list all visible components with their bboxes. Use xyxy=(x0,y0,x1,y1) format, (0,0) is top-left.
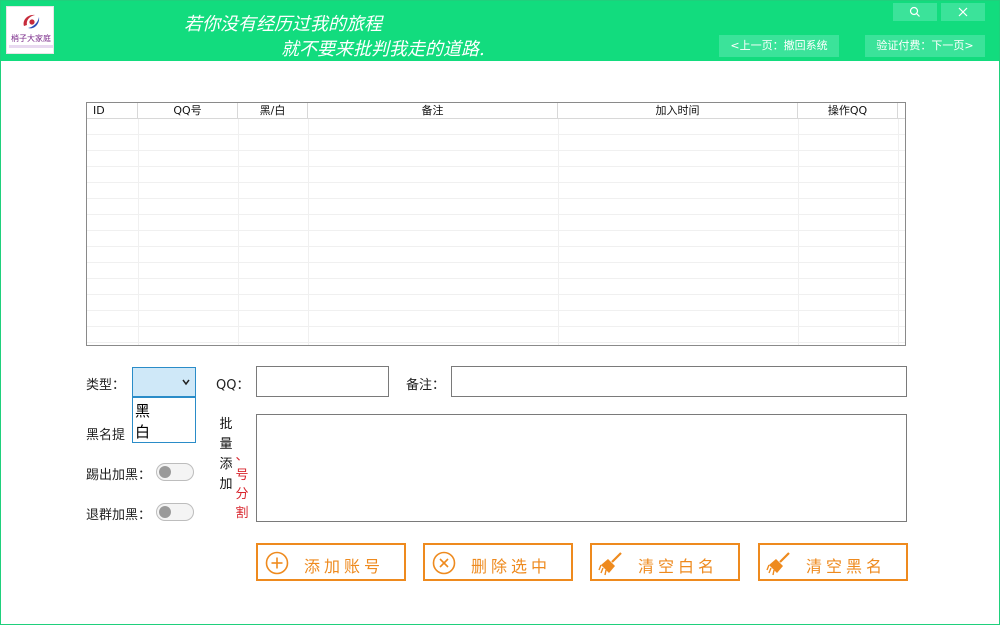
column-header-operator[interactable]: 操作QQ xyxy=(798,103,898,119)
search-icon xyxy=(909,6,920,17)
blacklist-table[interactable]: ID QQ号 黑/白 备注 加入时间 操作QQ xyxy=(86,102,906,346)
broom-icon xyxy=(766,552,790,576)
close-circle-icon xyxy=(432,551,456,575)
clear-white-label: 清空白名 xyxy=(638,557,719,576)
remark-label: 备注： xyxy=(406,378,446,393)
motto-line-1: 若你没有经历过我的旅程 xyxy=(184,14,382,35)
column-header-qq[interactable]: QQ号 xyxy=(138,103,238,119)
type-select[interactable] xyxy=(132,367,196,397)
toggle-knob xyxy=(159,466,171,478)
delete-selected-button[interactable]: 删除选中 xyxy=(423,543,573,581)
column-header-type[interactable]: 黑/白 xyxy=(238,103,308,119)
logo-swoosh-icon xyxy=(23,14,40,29)
column-header-time[interactable]: 加入时间 xyxy=(558,103,798,119)
column-divider xyxy=(138,119,139,345)
table-row[interactable] xyxy=(87,183,905,199)
logo-underline xyxy=(9,45,53,48)
clear-black-button[interactable]: 清空黑名 xyxy=(758,543,908,581)
table-row[interactable] xyxy=(87,295,905,311)
clear-black-label: 清空黑名 xyxy=(806,557,887,576)
table-row[interactable] xyxy=(87,215,905,231)
next-page-button[interactable]: 验证付费：下一页> xyxy=(865,35,985,57)
remark-input[interactable] xyxy=(451,366,907,397)
add-account-button[interactable]: 添加账号 xyxy=(256,543,406,581)
batch-add-textarea[interactable] xyxy=(256,414,907,522)
main-window: 梢子大家庭 若你没有经历过我的旅程 就不要来批判我走的道路. <上一页：撤回系统… xyxy=(0,0,1000,625)
leave-black-label: 退群加黑： xyxy=(86,508,152,523)
logo-text: 梢子大家庭 xyxy=(11,34,51,43)
toggle-knob xyxy=(159,506,171,518)
batch-add-hint: 、号分割 xyxy=(235,449,249,521)
chevron-down-icon xyxy=(182,379,190,386)
table-row[interactable] xyxy=(87,247,905,263)
qq-label: QQ： xyxy=(216,378,250,393)
batch-add-label: 批量添加 xyxy=(219,417,233,492)
column-divider xyxy=(308,119,309,345)
add-account-label: 添加账号 xyxy=(304,557,385,576)
delete-selected-label: 删除选中 xyxy=(471,557,552,576)
table-row[interactable] xyxy=(87,199,905,215)
header-bar: 梢子大家庭 若你没有经历过我的旅程 就不要来批判我走的道路. <上一页：撤回系统… xyxy=(1,1,999,61)
type-label: 类型： xyxy=(86,378,126,393)
type-option-white[interactable]: 白 xyxy=(135,421,150,442)
type-option-black[interactable]: 黑 xyxy=(135,400,150,421)
close-icon xyxy=(958,7,968,17)
close-button[interactable] xyxy=(941,3,985,21)
qq-input[interactable] xyxy=(256,366,389,397)
plus-circle-icon xyxy=(265,551,289,575)
column-divider xyxy=(898,119,899,345)
table-row[interactable] xyxy=(87,327,905,343)
minimize-button[interactable] xyxy=(893,3,937,21)
broom-icon xyxy=(598,552,622,576)
table-row[interactable] xyxy=(87,279,905,295)
kick-black-label: 踢出加黑： xyxy=(86,468,152,483)
column-divider xyxy=(798,119,799,345)
table-header: ID QQ号 黑/白 备注 加入时间 操作QQ xyxy=(87,103,905,119)
table-row[interactable] xyxy=(87,135,905,151)
blacklist-prompt-label: 黑名提 xyxy=(86,428,126,443)
column-divider xyxy=(558,119,559,345)
table-row[interactable] xyxy=(87,263,905,279)
table-row[interactable] xyxy=(87,231,905,247)
table-row[interactable] xyxy=(87,119,905,135)
motto-line-2: 就不要来批判我走的道路. xyxy=(281,39,485,60)
clear-white-button[interactable]: 清空白名 xyxy=(590,543,740,581)
table-row[interactable] xyxy=(87,311,905,327)
prev-page-button[interactable]: <上一页：撤回系统 xyxy=(719,35,839,57)
table-row[interactable] xyxy=(87,151,905,167)
column-header-remark[interactable]: 备注 xyxy=(308,103,558,119)
app-logo: 梢子大家庭 xyxy=(6,6,54,54)
kick-black-toggle[interactable] xyxy=(156,463,194,481)
leave-black-toggle[interactable] xyxy=(156,503,194,521)
column-divider xyxy=(238,119,239,345)
type-dropdown-list: 黑 白 xyxy=(132,397,196,443)
table-row[interactable] xyxy=(87,167,905,183)
column-header-id[interactable]: ID xyxy=(87,103,138,119)
